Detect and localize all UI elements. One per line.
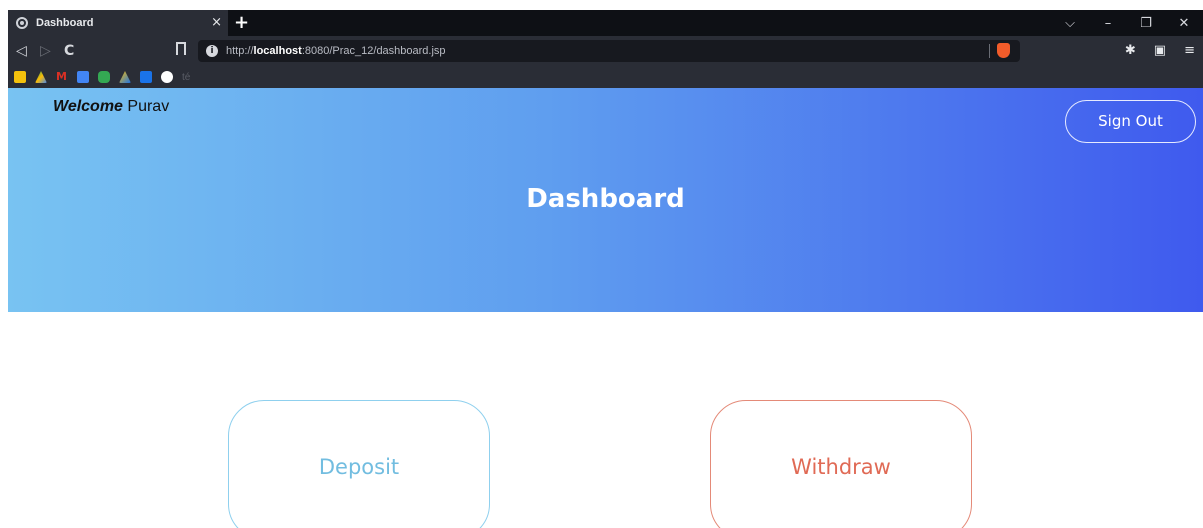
tab-dashboard[interactable]: Dashboard × <box>8 10 228 36</box>
browser-window: Dashboard × + ⌵ – ❐ ✕ ◁ ▷ C i http://loc… <box>8 10 1203 312</box>
bookmark-text[interactable]: té <box>182 72 190 83</box>
page-title: Dashboard <box>526 184 685 214</box>
deposit-label: Deposit <box>318 455 400 479</box>
close-tab-icon[interactable]: × <box>211 15 222 31</box>
withdraw-label: Withdraw <box>791 455 891 479</box>
tab-title: Dashboard <box>36 17 94 29</box>
minimize-icon[interactable]: – <box>1089 16 1127 31</box>
wallet-icon[interactable]: ▣ <box>1154 42 1166 60</box>
dashboard-header: Welcome Purav Sign Out Dashboard <box>8 88 1203 312</box>
deposit-button[interactable]: Deposit <box>228 400 490 528</box>
extensions-area: ✱ ▣ ≡ <box>1125 42 1195 60</box>
info-icon[interactable]: i <box>206 45 218 57</box>
back-icon[interactable]: ◁ <box>16 42 27 60</box>
menu-icon[interactable]: ≡ <box>1184 42 1195 60</box>
globe-icon <box>16 17 28 29</box>
new-tab-button[interactable]: + <box>234 13 249 33</box>
bookmark-drive2-icon[interactable] <box>119 71 131 83</box>
bookmark-meet-icon[interactable] <box>98 71 110 83</box>
close-window-icon[interactable]: ✕ <box>1165 16 1203 31</box>
welcome-message: Welcome Purav <box>53 98 170 115</box>
url-text: http://localhost:8080/Prac_12/dashboard.… <box>226 45 446 57</box>
bookmark-docs-icon[interactable] <box>77 71 89 83</box>
user-name: Purav <box>127 98 170 115</box>
bookmark-gmail-icon[interactable]: M <box>56 71 68 83</box>
brave-shield-icon[interactable] <box>997 43 1010 58</box>
address-bar[interactable]: i http://localhost:8080/Prac_12/dashboar… <box>198 40 1020 62</box>
bookmark-globe-icon[interactable] <box>161 71 173 83</box>
withdraw-button[interactable]: Withdraw <box>710 400 972 528</box>
bookmark-icon[interactable] <box>176 42 186 55</box>
tab-search-icon[interactable]: ⌵ <box>1051 16 1089 31</box>
bookmarks-bar: M té <box>8 66 1203 88</box>
browser-toolbar: ◁ ▷ C i http://localhost:8080/Prac_12/da… <box>8 36 1203 66</box>
window-controls: ⌵ – ❐ ✕ <box>1051 10 1203 36</box>
tab-bar: Dashboard × + ⌵ – ❐ ✕ <box>8 10 1203 36</box>
bookmark-photos-icon[interactable] <box>14 71 26 83</box>
sign-out-button[interactable]: Sign Out <box>1065 100 1196 143</box>
forward-icon[interactable]: ▷ <box>40 42 51 60</box>
bookmark-drive-icon[interactable] <box>35 71 47 83</box>
restore-icon[interactable]: ❐ <box>1127 16 1165 31</box>
url-divider <box>989 44 990 58</box>
reload-icon[interactable]: C <box>64 42 74 60</box>
bookmark-forms-icon[interactable] <box>140 71 152 83</box>
extensions-icon[interactable]: ✱ <box>1125 42 1136 60</box>
